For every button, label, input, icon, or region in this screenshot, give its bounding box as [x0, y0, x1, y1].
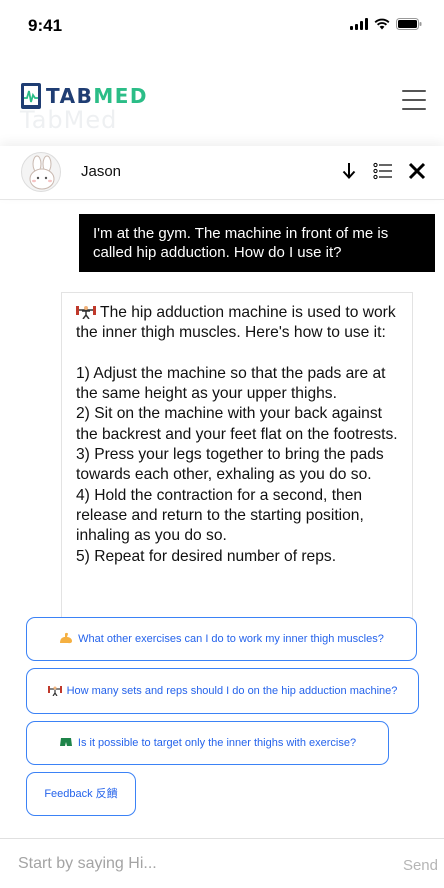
bot-message-text: The hip adduction machine is used to wor…	[76, 304, 398, 565]
app-header: TabMed TABMED	[0, 62, 444, 146]
weightlifter-icon	[47, 686, 62, 696]
suggestion-button[interactable]: Is it possible to target only the inner …	[26, 721, 389, 765]
chat-input[interactable]	[18, 849, 378, 879]
logo-text: TABMED	[46, 84, 148, 108]
list-icon	[373, 162, 392, 180]
close-icon	[408, 162, 426, 180]
cellular-signal-icon	[350, 18, 368, 30]
feedback-button[interactable]: Feedback 反饋	[26, 772, 136, 816]
menu-line	[402, 90, 426, 92]
tablet-heartbeat-icon	[21, 83, 41, 109]
feedback-label: Feedback 反饋	[44, 788, 118, 800]
battery-icon	[396, 18, 422, 30]
logo-text-tab: TAB	[46, 84, 94, 108]
contact-name: Jason	[81, 163, 122, 180]
suggestion-label: Is it possible to target only the inner …	[77, 737, 357, 749]
suggestion-button[interactable]: How many sets and reps should I do on th…	[26, 668, 419, 714]
status-icons	[350, 18, 422, 30]
list-button[interactable]	[372, 160, 394, 182]
shorts-icon	[59, 738, 72, 746]
close-button[interactable]	[406, 160, 428, 182]
tabmed-logo[interactable]: TABMED	[20, 82, 148, 110]
status-bar: 9:41	[0, 0, 444, 50]
bot-message: The hip adduction machine is used to wor…	[61, 292, 413, 622]
suggestion-label: How many sets and reps should I do on th…	[66, 685, 398, 697]
wifi-icon	[374, 18, 390, 30]
scroll-down-button[interactable]	[338, 160, 360, 182]
suggestion-label: What other exercises can I do to work my…	[78, 633, 384, 645]
weightlifter-icon	[76, 306, 96, 319]
suggestion-button[interactable]: What other exercises can I do to work my…	[26, 617, 417, 661]
flexed-biceps-icon	[60, 632, 73, 644]
logo-text-med: MED	[93, 84, 148, 108]
send-button[interactable]: Send	[403, 857, 438, 874]
arrow-down-icon	[342, 163, 356, 179]
user-message: I'm at the gym. The machine in front of …	[79, 214, 435, 272]
chat-input-bar: Send	[0, 838, 444, 888]
chat-header: Jason	[0, 146, 444, 200]
menu-line	[402, 99, 426, 101]
hamburger-menu-button[interactable]	[402, 90, 426, 110]
bunny-avatar-icon	[29, 155, 55, 190]
logo-watermark: TabMed	[20, 106, 118, 134]
avatar[interactable]	[21, 152, 61, 192]
menu-line	[402, 108, 426, 110]
status-time: 9:41	[28, 16, 63, 35]
chat-header-actions	[338, 160, 428, 182]
